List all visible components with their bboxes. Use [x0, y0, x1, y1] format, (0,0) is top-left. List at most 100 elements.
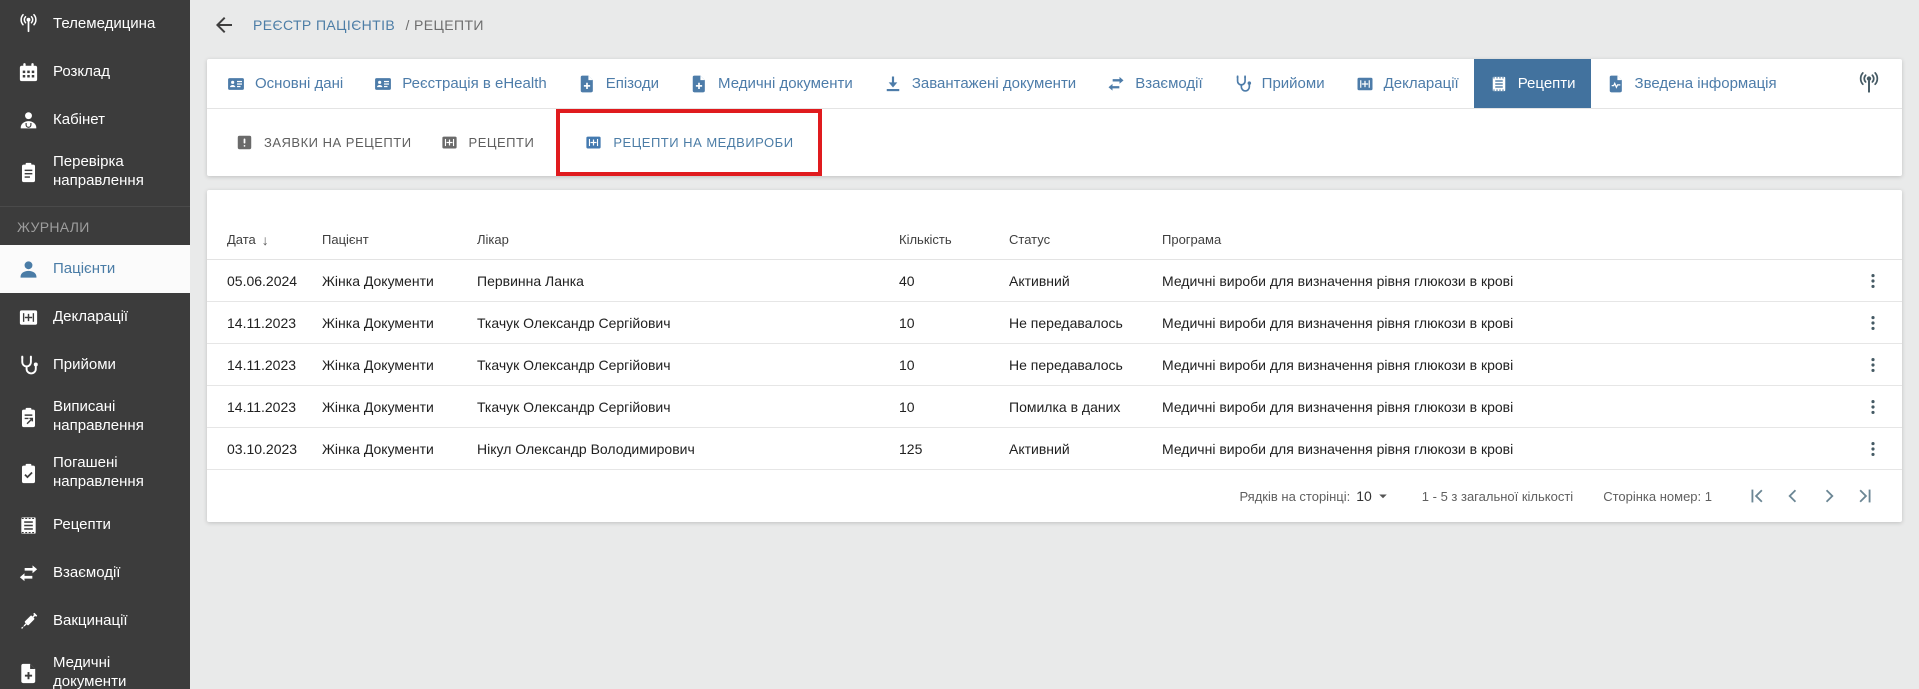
- tab-episodes[interactable]: Епізоди: [562, 59, 674, 108]
- sidebar: Телемедицина Розклад Кабінет Перевірка н…: [0, 0, 190, 689]
- rows-per-page: Рядків на сторінці: 10: [1239, 487, 1391, 505]
- sidebar-item-label: Телемедицина: [53, 15, 155, 34]
- breadcrumb-bar: РЕЄСТР ПАЦІЄНТІВ / РЕЦЕПТИ: [190, 0, 1919, 49]
- sort-descending-icon[interactable]: ↓: [262, 232, 269, 248]
- tab-declarations[interactable]: Декларації: [1340, 59, 1474, 108]
- doc-plus-icon: [689, 74, 709, 94]
- sidebar-item-label: Виписані направлення: [53, 398, 182, 436]
- receipt-icon: [17, 514, 40, 537]
- sidebar-item-cabinet[interactable]: Кабінет: [0, 96, 190, 144]
- sidebar-item-vaccinations[interactable]: Вакцинації: [0, 597, 190, 645]
- last-page-button[interactable]: [1850, 481, 1880, 511]
- table-header-row: Дата ↓ Пацієнт Лікар Кількість Статус Пр…: [207, 220, 1902, 260]
- tab-appointments[interactable]: Прийоми: [1218, 59, 1340, 108]
- highlight-box: РЕЦЕПТИ НА МЕДВИРОБИ: [556, 109, 821, 176]
- tab-label: Зведена інформація: [1635, 75, 1777, 92]
- content-area: Основні дані Реєстрація в eHealth Епізод…: [190, 49, 1919, 522]
- cell-program: Медичні вироби для визначення рівня глюк…: [1162, 315, 1832, 331]
- sidebar-item-medical-documents[interactable]: Медичні документи: [0, 645, 190, 689]
- sidebar-item-label: Декларації: [53, 308, 128, 327]
- sidebar-item-label: Розклад: [53, 63, 110, 82]
- cell-date: 14.11.2023: [227, 357, 322, 373]
- sidebar-item-schedule[interactable]: Розклад: [0, 48, 190, 96]
- tab-main-data[interactable]: Основні дані: [211, 59, 358, 108]
- cell-doctor: Ткачук Олександр Сергійович: [477, 399, 899, 415]
- id-card-icon: [373, 74, 393, 94]
- cell-doctor: Ткачук Олександр Сергійович: [477, 357, 899, 373]
- sidebar-item-patients[interactable]: Пацієнти: [0, 245, 190, 293]
- row-actions-button[interactable]: [1858, 308, 1888, 338]
- sidebar-item-referral-check[interactable]: Перевірка направлення: [0, 144, 190, 200]
- person-icon: [17, 258, 40, 281]
- clipboard-icon: [17, 161, 40, 184]
- table-row[interactable]: 14.11.2023 Жінка Документи Ткачук Олекса…: [207, 302, 1902, 344]
- column-label: Дата: [227, 232, 256, 247]
- column-header-patient[interactable]: Пацієнт: [322, 232, 477, 247]
- sidebar-item-telemedicine[interactable]: Телемедицина: [0, 0, 190, 48]
- sidebar-item-prescriptions[interactable]: Рецепти: [0, 501, 190, 549]
- sidebar-item-appointments[interactable]: Прийоми: [0, 341, 190, 389]
- kebab-menu-icon: [1863, 439, 1883, 459]
- table-row[interactable]: 03.10.2023 Жінка Документи Нікул Олексан…: [207, 428, 1902, 470]
- previous-page-button[interactable]: [1778, 481, 1808, 511]
- subtab-medical-device-prescriptions[interactable]: РЕЦЕПТИ НА МЕДВИРОБИ: [570, 133, 807, 152]
- rows-per-page-label: Рядків на сторінці:: [1239, 489, 1350, 504]
- clipboard-check-icon: [17, 462, 40, 485]
- tab-label: Епізоди: [606, 75, 659, 92]
- cell-program: Медичні вироби для визначення рівня глюк…: [1162, 399, 1832, 415]
- stethoscope-icon: [1233, 74, 1253, 94]
- sidebar-item-label: Вакцинації: [53, 612, 128, 631]
- tab-uploaded-documents[interactable]: Завантажені документи: [868, 59, 1091, 108]
- rows-per-page-select[interactable]: 10: [1356, 487, 1392, 505]
- subtab-label: РЕЦЕПТИ: [469, 135, 535, 150]
- column-header-program[interactable]: Програма: [1162, 232, 1832, 247]
- cell-patient: Жінка Документи: [322, 315, 477, 331]
- sidebar-item-label: Прийоми: [53, 356, 116, 375]
- tab-label: Реєстрація в eHealth: [402, 75, 546, 92]
- subtab-prescription-requests[interactable]: ЗАЯВКИ НА РЕЦЕПТИ: [221, 133, 426, 152]
- tab-bar: Основні дані Реєстрація в eHealth Епізод…: [207, 59, 1902, 108]
- doc-pulse-icon: [1606, 74, 1626, 94]
- antenna-icon: [17, 13, 40, 36]
- sidebar-item-declarations[interactable]: Декларації: [0, 293, 190, 341]
- table-row[interactable]: 14.11.2023 Жінка Документи Ткачук Олекса…: [207, 344, 1902, 386]
- tab-prescriptions[interactable]: Рецепти: [1474, 59, 1591, 108]
- row-actions-button[interactable]: [1858, 266, 1888, 296]
- back-arrow-icon[interactable]: [212, 13, 236, 37]
- tab-summary-info[interactable]: Зведена інформація: [1591, 59, 1792, 108]
- first-page-button[interactable]: [1742, 481, 1772, 511]
- row-actions-button[interactable]: [1858, 434, 1888, 464]
- next-page-button[interactable]: [1814, 481, 1844, 511]
- sidebar-item-issued-referrals[interactable]: Виписані направлення: [0, 389, 190, 445]
- cell-patient: Жінка Документи: [322, 441, 477, 457]
- table-row[interactable]: 14.11.2023 Жінка Документи Ткачук Олекса…: [207, 386, 1902, 428]
- tab-ehealth-registration[interactable]: Реєстрація в eHealth: [358, 59, 561, 108]
- tab-medical-documents[interactable]: Медичні документи: [674, 59, 868, 108]
- table-row[interactable]: 05.06.2024 Жінка Документи Первинна Ланк…: [207, 260, 1902, 302]
- id-card-icon: [226, 74, 246, 94]
- last-page-icon: [1854, 485, 1876, 507]
- subtab-label: ЗАЯВКИ НА РЕЦЕПТИ: [264, 135, 412, 150]
- breadcrumb-link[interactable]: РЕЄСТР ПАЦІЄНТІВ: [253, 17, 395, 33]
- card-plus-icon: [584, 133, 603, 152]
- sidebar-item-redeemed-referrals[interactable]: Погашені направлення: [0, 445, 190, 501]
- sidebar-item-interactions[interactable]: Взаємодії: [0, 549, 190, 597]
- kebab-menu-icon: [1863, 313, 1883, 333]
- row-actions-button[interactable]: [1858, 350, 1888, 380]
- sidebar-item-label: Медичні документи: [53, 654, 182, 689]
- cell-doctor: Первинна Ланка: [477, 273, 899, 289]
- broadcast-antenna-icon[interactable]: [1856, 71, 1882, 97]
- kebab-menu-icon: [1863, 355, 1883, 375]
- sidebar-item-label: Рецепти: [53, 516, 111, 535]
- rows-per-page-value: 10: [1356, 488, 1372, 504]
- row-actions-button[interactable]: [1858, 392, 1888, 422]
- column-header-date[interactable]: Дата ↓: [227, 232, 322, 248]
- cell-quantity: 10: [899, 399, 1009, 415]
- tab-interactions[interactable]: Взаємодії: [1091, 59, 1217, 108]
- subtab-prescriptions[interactable]: РЕЦЕПТИ: [426, 133, 549, 152]
- column-header-quantity[interactable]: Кількість: [899, 232, 1009, 247]
- cell-date: 14.11.2023: [227, 315, 322, 331]
- column-header-doctor[interactable]: Лікар: [477, 232, 899, 247]
- chevron-right-icon: [1818, 485, 1840, 507]
- column-header-status[interactable]: Статус: [1009, 232, 1162, 247]
